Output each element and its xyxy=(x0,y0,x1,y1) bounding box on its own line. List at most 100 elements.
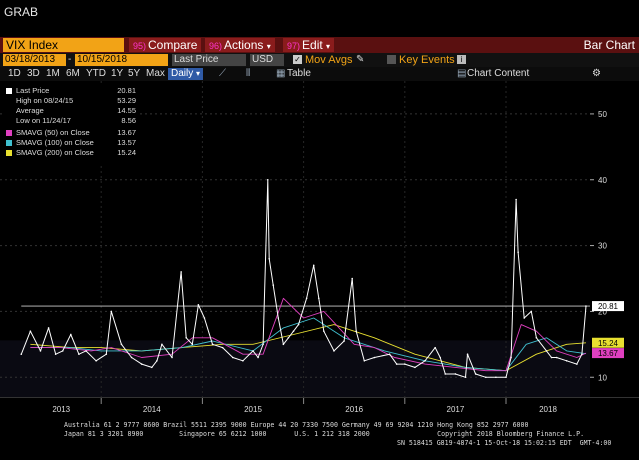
table-button[interactable]: Table xyxy=(287,68,311,80)
table-grid-icon[interactable]: ▦ xyxy=(276,68,285,80)
x-axis-labels: 2013 2014 2015 2016 2017 2018 xyxy=(52,398,557,414)
legend-last-price: Last Price 20.81 xyxy=(4,86,138,96)
price-point xyxy=(565,359,568,362)
legend-name: High on 08/24/15 xyxy=(16,96,74,105)
price-point xyxy=(373,356,376,359)
legend-high: High on 08/24/15 53.29 xyxy=(4,96,138,106)
y-axis-tick-label: 50 xyxy=(598,110,607,119)
legend-low: Low on 11/24/17 8.56 xyxy=(4,116,138,126)
period-ytd[interactable]: YTD xyxy=(86,68,106,80)
legend-value: 20.81 xyxy=(117,86,136,95)
period-max[interactable]: Max xyxy=(146,68,165,80)
edit-dropdown-icon: ▾ xyxy=(326,42,331,51)
price-point xyxy=(297,323,300,326)
period-5y[interactable]: 5Y xyxy=(128,68,140,80)
chart-content-icon[interactable]: ▤ xyxy=(457,68,466,80)
price-point xyxy=(495,376,497,379)
y-axis: 102030405020.8115.2413.67 xyxy=(590,110,624,382)
price-point xyxy=(85,350,87,352)
frequency-select[interactable]: Daily ▾ xyxy=(168,68,204,80)
compare-button[interactable]: 95) Compare xyxy=(129,38,202,52)
y-axis-tick-label: 10 xyxy=(598,373,607,382)
bar-chart-view-label[interactable]: Bar Chart xyxy=(584,38,635,52)
footer-copyright: Japan 81 3 3201 8900 Singapore 65 6212 1… xyxy=(64,430,585,438)
price-point xyxy=(343,340,345,342)
price-point xyxy=(444,373,447,375)
legend-swatch xyxy=(6,88,12,94)
price-point xyxy=(555,356,558,359)
period-1y[interactable]: 1Y xyxy=(111,68,123,80)
price-point xyxy=(78,353,80,356)
price-tag-label: 15.24 xyxy=(598,339,619,348)
mov-avgs-checkbox[interactable]: ✓ xyxy=(293,55,302,64)
footer-session: SN 518415 G819-4874-1 15-Oct-18 15:02:15… xyxy=(397,439,612,447)
price-point xyxy=(47,327,50,329)
edit-button[interactable]: 97) Edit ▾ xyxy=(283,38,335,52)
price-point xyxy=(252,350,254,352)
plot-lower-band xyxy=(0,340,590,397)
chart-content-button[interactable]: Chart Content xyxy=(467,68,529,80)
info-icon[interactable]: i xyxy=(457,55,466,64)
period-3d[interactable]: 3D xyxy=(27,68,40,80)
price-point xyxy=(317,297,320,300)
actions-button[interactable]: 96) Actions ▾ xyxy=(205,38,275,52)
actions-number: 96) xyxy=(209,41,223,51)
price-point xyxy=(312,264,315,267)
price-point xyxy=(439,356,442,359)
right-axis: 10 20 30 40 50 20.81 15.24 13.67 xyxy=(590,81,639,397)
price-field-select[interactable]: Last Price xyxy=(172,54,246,66)
price-point xyxy=(221,346,224,349)
price-point xyxy=(510,356,512,359)
edit-number: 97) xyxy=(287,41,301,51)
price-point xyxy=(424,359,426,362)
pencil-icon[interactable]: ✎ xyxy=(356,54,364,66)
price-point xyxy=(355,330,358,332)
actions-dropdown-icon: ▾ xyxy=(266,42,271,51)
price-point xyxy=(292,330,295,332)
mov-avgs-label: Mov Avgs xyxy=(305,54,353,66)
bar-chart-icon[interactable]: ⫴ xyxy=(246,68,250,80)
grab-label: GRAB xyxy=(4,5,39,19)
price-point xyxy=(363,359,366,362)
period-toolbar: 1D 3D 1M 6M YTD 1Y 5Y Max Daily ▾ ⟋ ⫴ ▦ … xyxy=(0,67,639,81)
key-events-checkbox[interactable] xyxy=(387,55,396,64)
price-point xyxy=(404,363,406,365)
price-point xyxy=(20,353,23,356)
end-date-field[interactable]: 10/15/2018 xyxy=(75,54,168,66)
currency-select[interactable]: USD xyxy=(250,54,284,66)
period-1d[interactable]: 1D xyxy=(8,68,21,80)
price-point xyxy=(95,359,97,362)
price-point xyxy=(576,363,578,365)
compare-label: Compare xyxy=(148,38,198,52)
legend-value: 13.57 xyxy=(117,138,136,147)
price-point xyxy=(414,366,416,369)
footer: Australia 61 2 9777 8600 Brazil 5511 239… xyxy=(0,419,639,460)
legend-name: Last Price xyxy=(16,86,50,95)
price-point xyxy=(395,363,398,365)
line-chart-icon[interactable]: ⟋ xyxy=(219,68,226,80)
legend-swatch xyxy=(6,150,12,156)
legend-swatch xyxy=(6,140,12,146)
legend-smavg-100: SMAVG (100) on Close 13.57 xyxy=(4,138,138,148)
period-1m[interactable]: 1M xyxy=(46,68,60,80)
x-axis-tick-label: 2015 xyxy=(244,405,262,414)
price-point xyxy=(466,353,469,356)
price-point xyxy=(351,277,353,280)
period-6m[interactable]: 6M xyxy=(66,68,80,80)
start-date-field[interactable]: 03/18/2013 xyxy=(3,54,66,66)
x-axis: 2013 2014 2015 2016 2017 2018 xyxy=(0,397,639,418)
price-point xyxy=(388,353,391,356)
price-point xyxy=(464,376,467,379)
price-point xyxy=(581,353,583,356)
price-point xyxy=(517,251,519,253)
price-point xyxy=(305,297,308,300)
x-axis-tick-label: 2018 xyxy=(539,405,557,414)
security-field[interactable]: VIX Index xyxy=(3,38,124,52)
price-point xyxy=(231,356,234,359)
price-point xyxy=(180,271,182,273)
price-point xyxy=(197,304,200,306)
price-point xyxy=(151,366,153,369)
price-point xyxy=(156,359,158,362)
settings-gear-icon[interactable]: ⚙ xyxy=(592,68,601,80)
price-point xyxy=(262,343,264,346)
